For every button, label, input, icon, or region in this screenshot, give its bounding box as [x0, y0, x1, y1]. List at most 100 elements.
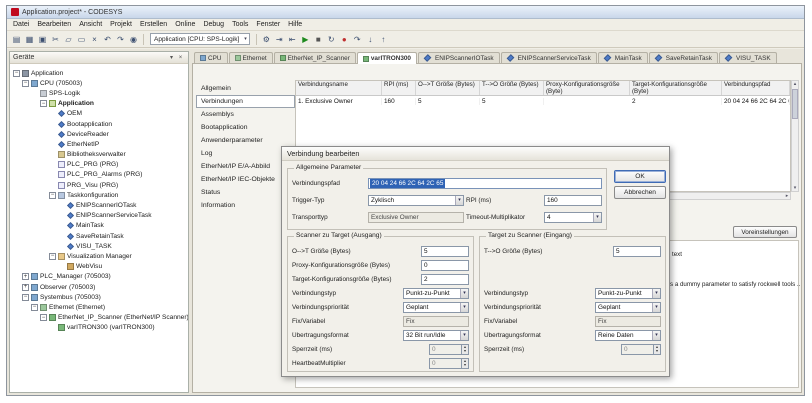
side-tab-verbindungen[interactable]: Verbindungen — [196, 95, 295, 108]
menu-debug[interactable]: Debug — [199, 20, 228, 29]
presets-button[interactable]: Voreinstellungen — [733, 226, 797, 238]
spin-down-icon[interactable]: ▾ — [654, 349, 660, 354]
select-verbindungspriorit-t[interactable]: Geplant▾ — [595, 302, 661, 313]
side-tab-assemblys[interactable]: Assemblys — [196, 108, 295, 121]
vertical-scrollbar[interactable]: ▴ ▾ — [791, 80, 799, 192]
tree-item-saveretaintask[interactable]: SaveRetainTask — [10, 231, 188, 241]
build-icon[interactable]: ⚙ — [260, 33, 273, 46]
trigger-type-select[interactable]: Zyklisch ▾ — [368, 195, 464, 206]
tab-maintask[interactable]: MainTask — [598, 52, 648, 63]
side-tab-allgemein[interactable]: Allgemein — [196, 82, 295, 95]
spinner-sperrzeit-ms[interactable]: 0▴▾ — [429, 344, 469, 355]
open-project-icon[interactable]: ▦ — [23, 33, 36, 46]
menu-tools[interactable]: Tools — [228, 20, 252, 29]
new-file-icon[interactable]: ▤ — [10, 33, 23, 46]
tree-item-systembus-705003[interactable]: −Systembus (705003) — [10, 292, 188, 302]
menu-bearbeiten[interactable]: Bearbeiten — [33, 20, 75, 29]
stop-icon[interactable]: ■ — [312, 33, 325, 46]
scroll-down-icon[interactable]: ▾ — [792, 185, 798, 191]
scroll-up-icon[interactable]: ▴ — [792, 81, 798, 87]
side-tab-bootapplication[interactable]: Bootapplication — [196, 121, 295, 134]
spin-down-icon[interactable]: ▾ — [462, 349, 468, 354]
expander-icon[interactable]: − — [40, 314, 47, 321]
tree-item-oem[interactable]: OEM — [10, 109, 188, 119]
table-row[interactable]: 1. Exclusive Owner16055220 04 24 66 2C 6… — [296, 96, 790, 106]
menu-hilfe[interactable]: Hilfe — [284, 20, 306, 29]
cancel-button[interactable]: Abbrechen — [614, 186, 666, 199]
tree-item-ethernet-ip-scanner-ethernet-ip-scanner[interactable]: −EtherNet_IP_Scanner (EtherNet/IP Scanne… — [10, 313, 188, 323]
tab-ethernet-ip-scanner[interactable]: EtherNet_IP_Scanner — [274, 52, 356, 63]
tree-item-webvisu[interactable]: WebVisu — [10, 262, 188, 272]
logout-icon[interactable]: ⇤ — [286, 33, 299, 46]
spinner-sperrzeit-ms[interactable]: 0▴▾ — [621, 344, 661, 355]
redo-icon[interactable]: ↷ — [114, 33, 127, 46]
expander-icon[interactable]: − — [40, 100, 47, 107]
reset-icon[interactable]: ↻ — [325, 33, 338, 46]
field-o-t-gr-e-bytes[interactable]: 5 — [421, 246, 469, 257]
close-icon[interactable]: × — [176, 55, 185, 61]
start-icon[interactable]: ▶ — [299, 33, 312, 46]
breakpoint-icon[interactable]: ● — [338, 33, 351, 46]
step-into-icon[interactable]: ↓ — [364, 33, 377, 46]
tree-item-observer-705003[interactable]: +Observer (705003) — [10, 282, 188, 292]
undo-icon[interactable]: ↶ — [101, 33, 114, 46]
expander-icon[interactable]: − — [49, 253, 56, 260]
tree-item-devicereader[interactable]: DeviceReader — [10, 129, 188, 139]
select-bertragungsformat[interactable]: 32 Bit run/Idle▾ — [403, 330, 469, 341]
step-over-icon[interactable]: ↷ — [351, 33, 364, 46]
tree-item-plc-prg-prg[interactable]: PLC_PRG (PRG) — [10, 160, 188, 170]
tab-ethernet[interactable]: Ethernet — [229, 52, 273, 63]
tree-item-taskkonfiguration[interactable]: −Taskkonfiguration — [10, 190, 188, 200]
tree-item-application[interactable]: −Application — [10, 99, 188, 109]
tree-item-visualization-manager[interactable]: −Visualization Manager — [10, 251, 188, 261]
connection-path-input[interactable]: 20 04 24 66 2C 64 2C 65 — [368, 178, 602, 189]
paste-icon[interactable]: ▭ — [75, 33, 88, 46]
menu-ansicht[interactable]: Ansicht — [75, 20, 106, 29]
expander-icon[interactable]: − — [22, 294, 29, 301]
select-verbindungspriorit-t[interactable]: Geplant▾ — [403, 302, 469, 313]
scrollbar-thumb[interactable] — [792, 89, 798, 119]
active-application-selector[interactable]: Application [CPU: SPS-Logik] ▾ — [150, 33, 250, 45]
tree-item-plc-manager-705003[interactable]: +PLC_Manager (705003) — [10, 272, 188, 282]
tree-item-enipscannerservicetask[interactable]: ENIPScannerServiceTask — [10, 211, 188, 221]
ok-button[interactable]: OK — [614, 170, 666, 183]
spin-down-icon[interactable]: ▾ — [462, 363, 468, 368]
select-bertragungsformat[interactable]: Reine Daten▾ — [595, 330, 661, 341]
expander-icon[interactable]: − — [13, 70, 20, 77]
expander-icon[interactable]: − — [49, 192, 56, 199]
tree-item-bootapplication[interactable]: Bootapplication — [10, 119, 188, 129]
copy-icon[interactable]: ▱ — [62, 33, 75, 46]
tree-item-ethernetip[interactable]: EtherNetIP — [10, 139, 188, 149]
menu-erstellen[interactable]: Erstellen — [136, 20, 171, 29]
rpi-input[interactable]: 160 — [544, 195, 602, 206]
tree-item-visu-task[interactable]: VISU_TASK — [10, 241, 188, 251]
tree-item-ethernet-ethernet[interactable]: −Ethernet (Ethernet) — [10, 302, 188, 312]
tab-visu-task[interactable]: VISU_TASK — [719, 52, 777, 63]
tab-varitron300[interactable]: varITRON300 — [357, 52, 417, 64]
cut-icon[interactable]: ✂ — [49, 33, 62, 46]
tree-item-plc-prg-alarms-prg[interactable]: PLC_PRG_Alarms (PRG) — [10, 170, 188, 180]
timeout-multiplier-select[interactable]: 4 ▾ — [544, 212, 602, 223]
tree-item-cpu-705003[interactable]: −CPU (705003) — [10, 78, 188, 88]
select-verbindungstyp[interactable]: Punkt-zu-Punkt▾ — [403, 288, 469, 299]
expander-icon[interactable]: + — [22, 284, 29, 291]
menu-datei[interactable]: Datei — [9, 20, 33, 29]
expander-icon[interactable]: − — [31, 304, 38, 311]
select-verbindungstyp[interactable]: Punkt-zu-Punkt▾ — [595, 288, 661, 299]
menu-fenster[interactable]: Fenster — [252, 20, 284, 29]
tree-item-sps-logik[interactable]: SPS-Logik — [10, 88, 188, 98]
tab-saveretaintask[interactable]: SaveRetainTask — [649, 52, 718, 63]
tree-item-bibliotheksverwalter[interactable]: Bibliotheksverwalter — [10, 150, 188, 160]
expander-icon[interactable]: + — [22, 273, 29, 280]
login-icon[interactable]: ⇥ — [273, 33, 286, 46]
delete-icon[interactable]: × — [88, 33, 101, 46]
field-proxy-konfigurationsgr-e-bytes[interactable]: 0 — [421, 260, 469, 271]
save-icon[interactable]: ▣ — [36, 33, 49, 46]
step-out-icon[interactable]: ↑ — [377, 33, 390, 46]
field-target-konfigurationsgr-e-bytes[interactable]: 2 — [421, 274, 469, 285]
spinner-heartbeatmultiplier[interactable]: 0▴▾ — [429, 358, 469, 369]
expander-icon[interactable]: − — [22, 80, 29, 87]
dock-menu-icon[interactable]: ▾ — [167, 54, 176, 61]
menu-online[interactable]: Online — [171, 20, 199, 29]
field-t-o-gr-e-bytes[interactable]: 5 — [613, 246, 661, 257]
